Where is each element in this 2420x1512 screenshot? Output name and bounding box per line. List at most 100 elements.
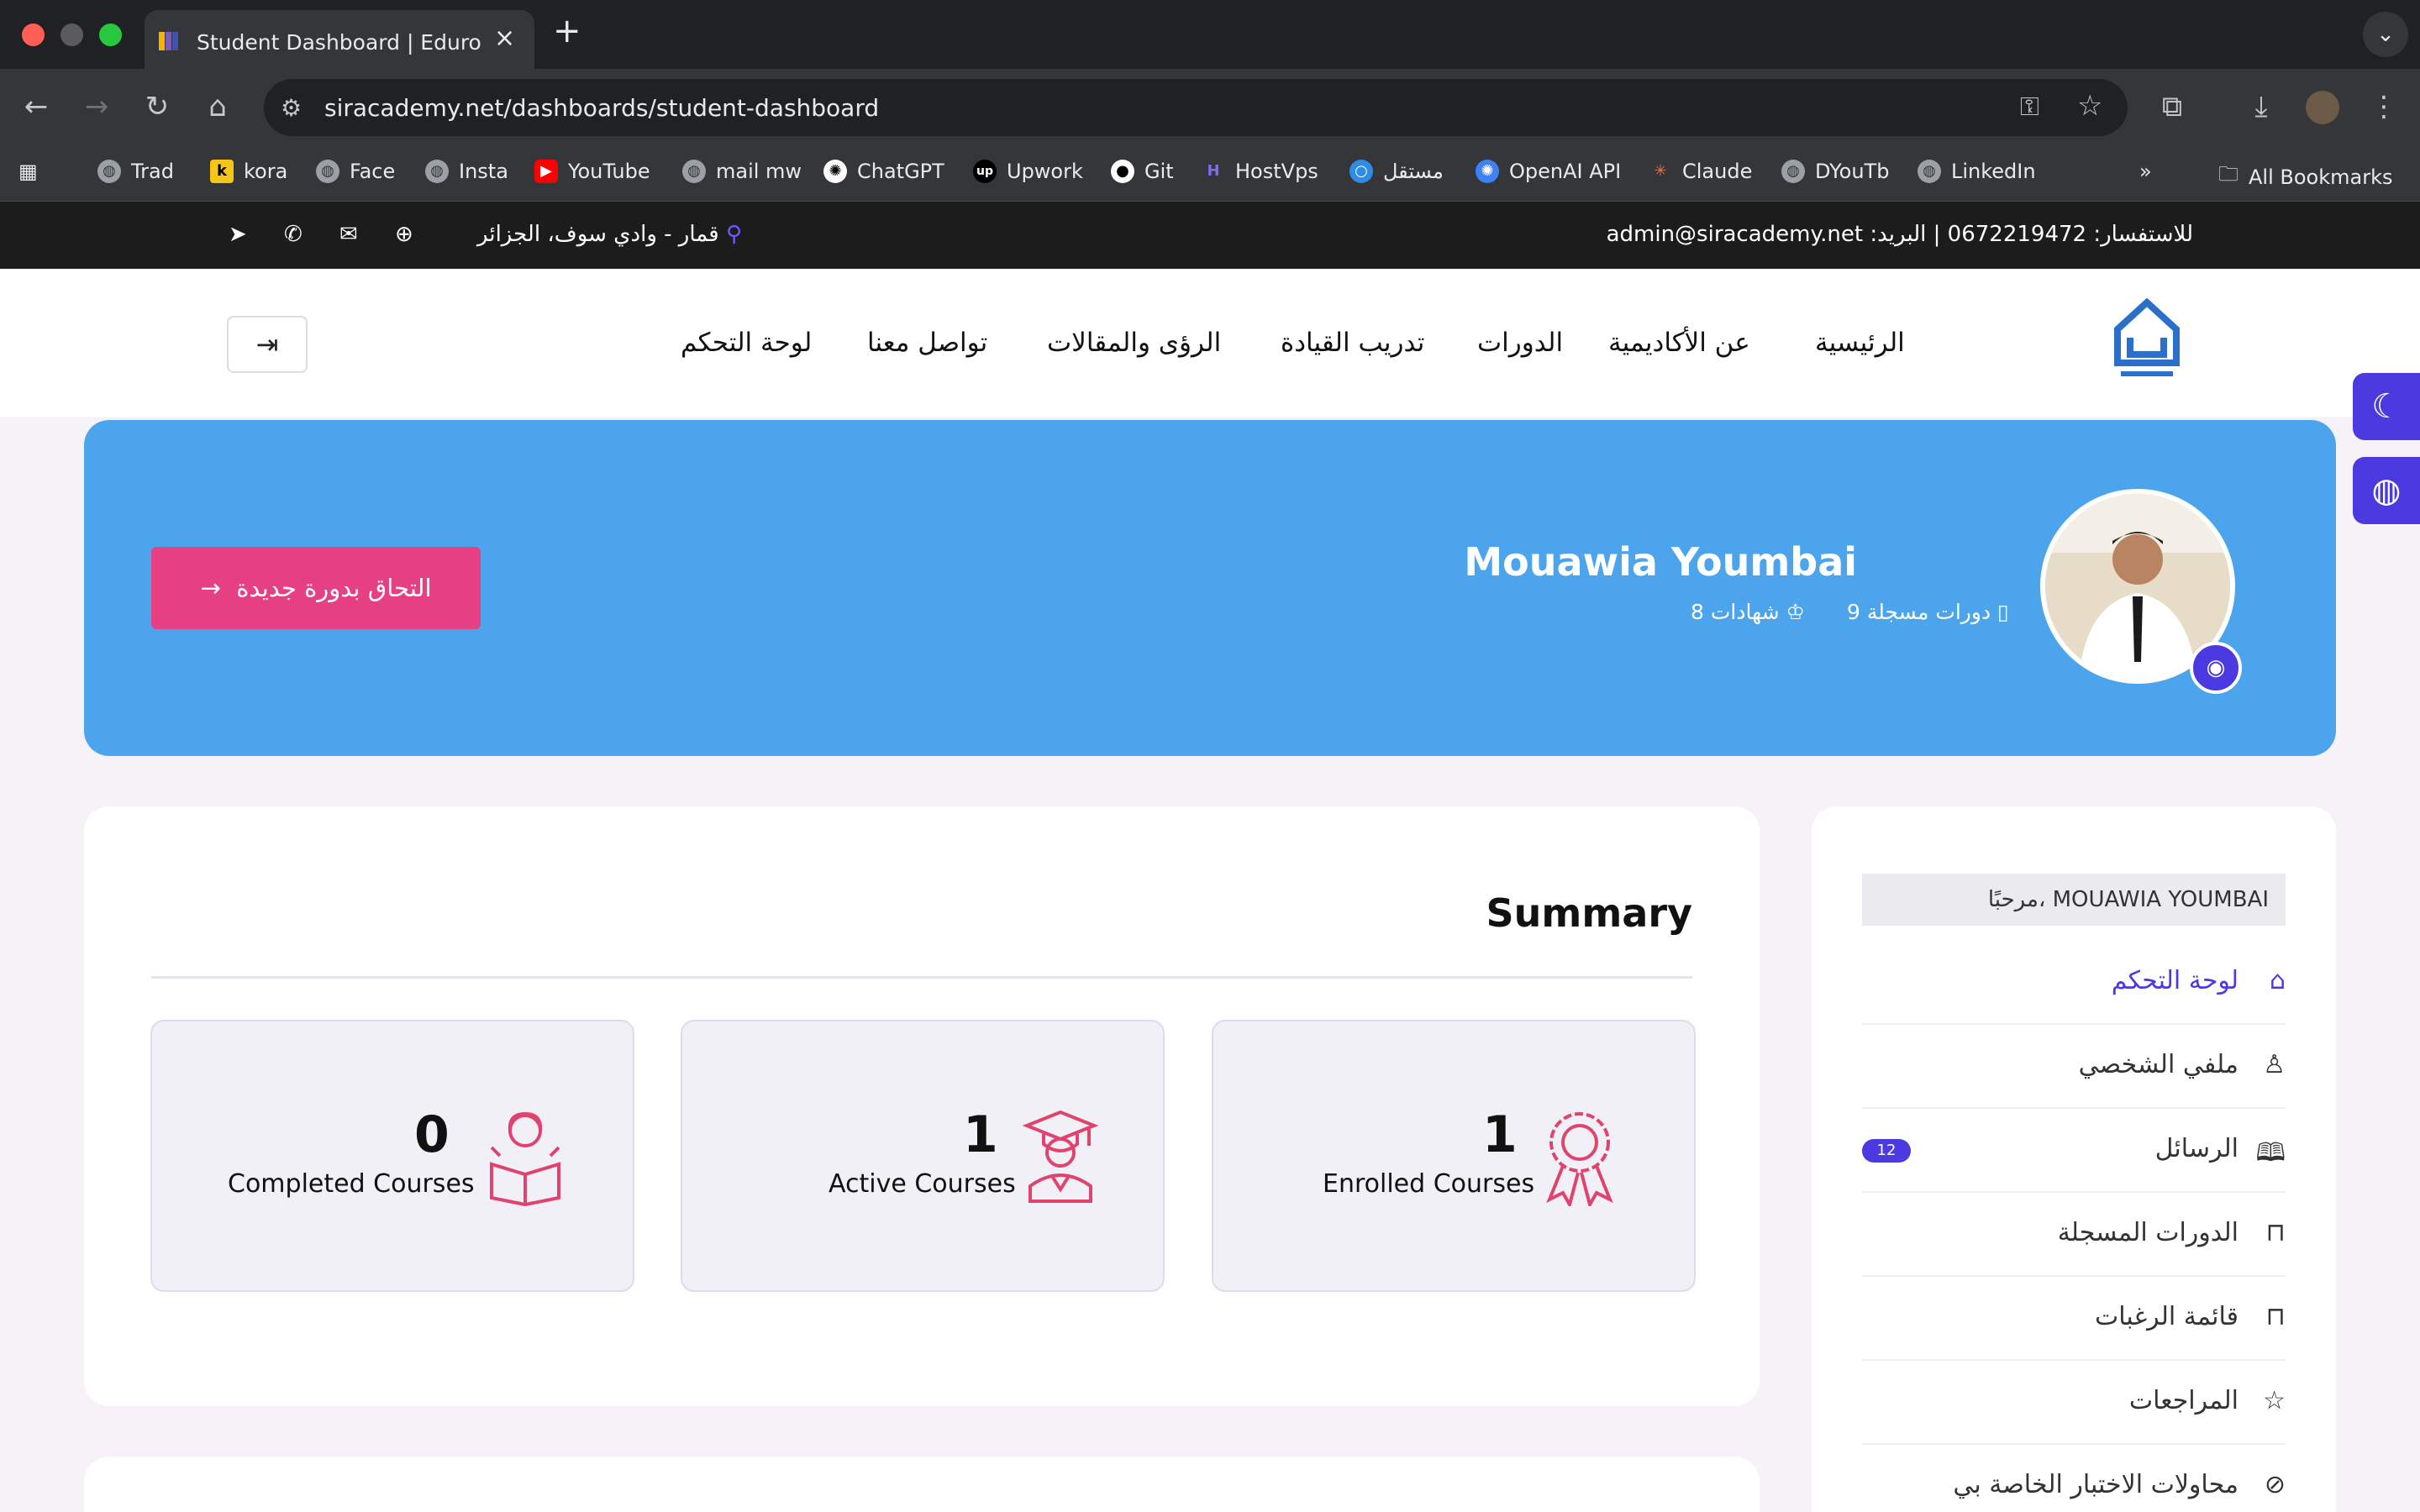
bookmark-git[interactable]: ● Git	[1111, 160, 1174, 183]
stat-value: 0	[414, 1105, 450, 1164]
bookmark-mostaql[interactable]: ○ مستقل	[1349, 160, 1444, 183]
book-icon: 🕮	[2255, 1138, 2286, 1168]
bookmark-youtube[interactable]: ▶ YouTube	[534, 160, 650, 183]
help-circle-icon: ⊘	[2264, 1470, 2286, 1499]
award-icon: ♔	[1786, 600, 1805, 624]
bookmark-dyoutb[interactable]: ◍ DYouTb	[1781, 160, 1889, 183]
stat-label: Enrolled Courses	[1323, 1169, 1535, 1199]
globe-icon: ◍	[1918, 160, 1941, 183]
extensions-icon[interactable]: ⧉	[2153, 87, 2191, 126]
sidebar-item-wishlist[interactable]: قائمة الرغبات ⊓	[1862, 1277, 2286, 1361]
stat-value: 1	[963, 1105, 998, 1164]
stat-label: Active Courses	[829, 1169, 1016, 1199]
apps-grid-icon[interactable]: ▦	[18, 160, 38, 183]
url-text[interactable]: siracademy.net/dashboards/student-dashbo…	[324, 94, 879, 122]
reload-icon[interactable]: ↻	[138, 87, 176, 126]
bookmark-upwork[interactable]: up Upwork	[973, 160, 1083, 183]
upwork-icon: up	[973, 160, 997, 183]
bookmarks-bar: ▦ ◍ Trad k kora ◍ Face ◍ Insta ▶ YouTube ◍ mai…	[0, 146, 2420, 202]
bookmark-kora[interactable]: k kora	[210, 160, 287, 183]
address-bar[interactable]: ⚙ siracademy.net/dashboards/student-dash…	[264, 79, 2128, 136]
sidebar-item-reviews[interactable]: المراجعات ☆	[1862, 1361, 2286, 1445]
sidebar-item-label: الدورات المسجلة	[2057, 1218, 2238, 1247]
language-toggle[interactable]: ◍	[2353, 457, 2420, 524]
stat-value: 1	[1482, 1105, 1518, 1164]
sidebar-item-label: المراجعات	[2128, 1386, 2238, 1415]
nav-dashboard[interactable]: لوحة التحكم	[681, 328, 812, 358]
profile-avatar[interactable]	[2306, 91, 2339, 124]
site-info-icon[interactable]: ⚙	[281, 94, 302, 122]
close-window-button[interactable]	[22, 24, 45, 46]
bookmark-mail-mw[interactable]: ◍ mail mw	[682, 160, 802, 183]
chatgpt-icon: ✺	[823, 160, 847, 183]
certificates-count: 8 شهادات ♔	[1691, 600, 1805, 624]
stat-label: Completed Courses	[228, 1169, 475, 1199]
stat-enrolled-courses: 1 Enrolled Courses	[1212, 1020, 1696, 1292]
bookmark-chatgpt[interactable]: ✺ ChatGPT	[823, 160, 944, 183]
globe-icon: ◍	[97, 160, 121, 183]
welcome-banner: مرحبًا، MOUAWIA YOUMBAI	[1862, 874, 2286, 926]
bookmarks-overflow-icon[interactable]: »	[2139, 160, 2152, 183]
award-icon	[1546, 1112, 1613, 1206]
globe-icon[interactable]: ⊕	[395, 222, 413, 247]
bookmark-insta[interactable]: ◍ Insta	[425, 160, 508, 183]
mostaql-icon: ○	[1349, 160, 1373, 183]
minimize-window-button[interactable]	[60, 24, 83, 46]
messages-count-badge: 12	[1862, 1139, 1911, 1163]
maximize-window-button[interactable]	[99, 24, 122, 46]
bookmark-hostvps[interactable]: H HostVps	[1202, 160, 1318, 183]
camera-icon: ◉	[2206, 655, 2226, 680]
browser-tab[interactable]: Student Dashboard | Edurock ×	[145, 10, 534, 69]
sidebar-item-profile[interactable]: ملفي الشخصي ♙	[1862, 1025, 2286, 1109]
nav-leadership[interactable]: تدريب القيادة	[1281, 328, 1424, 358]
all-bookmarks-button[interactable]: 🗀 All Bookmarks	[2218, 160, 2392, 194]
globe-icon: ◍	[425, 160, 449, 183]
claude-icon: ✳	[1654, 162, 1667, 180]
sidebar-item-label: قائمة الرغبات	[2095, 1302, 2238, 1331]
sidebar-item-dashboard[interactable]: لوحة التحكم ⌂	[1862, 941, 2286, 1025]
globe-icon: ◍	[1781, 160, 1805, 183]
dark-mode-toggle[interactable]: ☾	[2353, 373, 2420, 440]
moon-icon: ☾	[2371, 387, 2402, 426]
bookmark-trad[interactable]: ◍ Trad	[97, 160, 174, 183]
close-tab-icon[interactable]: ×	[494, 24, 515, 53]
back-icon[interactable]: ←	[17, 87, 55, 126]
bookmark-face[interactable]: ◍ Face	[316, 160, 395, 183]
new-tab-icon[interactable]: +	[553, 12, 581, 50]
nav-courses[interactable]: الدورات	[1477, 328, 1563, 358]
sidebar-item-label: لوحة التحكم	[2111, 966, 2238, 995]
nav-insights[interactable]: الرؤى والمقالات	[1047, 328, 1221, 358]
summary-card: Summary 0 Completed Courses 1 Active Cou…	[84, 806, 1760, 1406]
change-photo-button[interactable]: ◉	[2190, 642, 2242, 694]
bookmark-openai-api[interactable]: ✺ OpenAI API	[1476, 160, 1621, 183]
key-icon[interactable]: ⚿	[2020, 92, 2039, 122]
dashboard-sidebar: مرحبًا، MOUAWIA YOUMBAI لوحة التحكم ⌂ مل…	[1812, 806, 2336, 1512]
bookmark-star-icon[interactable]: ☆	[2077, 89, 2102, 123]
site-header: ⇥ لوحة التحكم تواصل معنا الرؤى والمقالات…	[0, 269, 2420, 418]
bookmark-claude[interactable]: ✳ Claude	[1649, 160, 1752, 183]
nav-about[interactable]: عن الأكاديمية	[1608, 328, 1750, 358]
sidebar-item-messages[interactable]: 12 الرسائل 🕮	[1862, 1109, 2286, 1193]
sidebar-item-quiz-attempts[interactable]: محاولات الاختبار الخاصة بي ⊘	[1862, 1445, 2286, 1512]
graduate-icon	[1022, 1110, 1099, 1203]
download-icon[interactable]: ⤓	[2242, 87, 2281, 126]
mail-icon[interactable]: ✉	[339, 222, 358, 247]
sidebar-item-enrolled-courses[interactable]: الدورات المسجلة ⊓	[1862, 1193, 2286, 1277]
enroll-new-course-button[interactable]: → التحاق بدورة جديدة	[151, 547, 481, 629]
academy-logo[interactable]	[2109, 296, 2185, 390]
tab-search-button[interactable]: ⌄	[2363, 12, 2408, 57]
kora-icon: k	[210, 160, 234, 183]
bookmark-linkedin[interactable]: ◍ LinkedIn	[1918, 160, 2036, 183]
nav-home[interactable]: الرئيسية	[1815, 328, 1905, 358]
map-pin-icon: ⚲	[726, 222, 743, 247]
forward-icon[interactable]: →	[77, 87, 116, 126]
menu-kebab-icon[interactable]: ⋮	[2365, 87, 2403, 126]
telegram-icon[interactable]: ➤	[229, 222, 247, 247]
home-icon[interactable]: ⌂	[198, 87, 237, 126]
logout-button[interactable]: ⇥	[227, 316, 308, 373]
browser-toolbar: ← → ↻ ⌂ ⚙ siracademy.net/dashboards/stud…	[0, 69, 2420, 146]
open-book-icon: ▯	[1997, 600, 2009, 624]
phone-icon[interactable]: ✆	[284, 222, 302, 247]
globe-icon: ◍	[2371, 471, 2402, 510]
nav-contact[interactable]: تواصل معنا	[867, 328, 987, 358]
